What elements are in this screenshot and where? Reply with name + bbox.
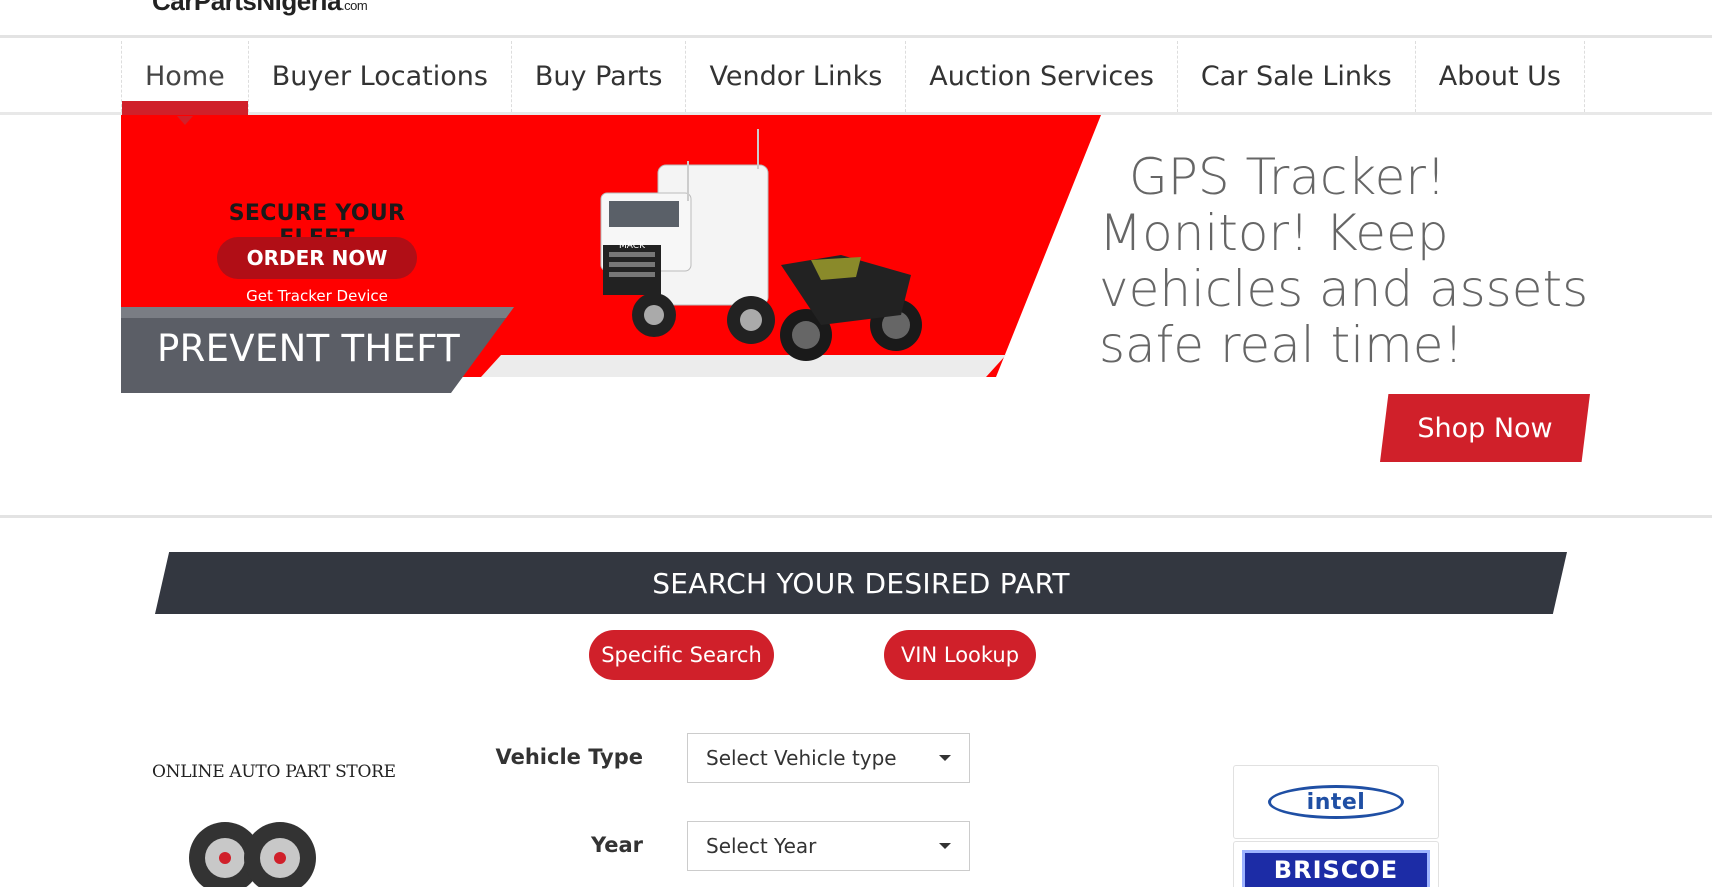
wheels-image <box>189 822 316 887</box>
specific-search-tab[interactable]: Specific Search <box>589 630 774 680</box>
main-nav: Home Buyer Locations Buy Parts Vendor Li… <box>0 41 1712 125</box>
nav-item-buy-parts[interactable]: Buy Parts <box>510 41 686 112</box>
order-now-button[interactable]: ORDER NOW <box>217 237 417 279</box>
briscoe-logo: BRISCOE <box>1242 850 1430 887</box>
store-label: ONLINE AUTO PART STORE <box>152 762 396 782</box>
logo-text: CarPartsNigeria <box>152 0 342 16</box>
logo-suffix: .com <box>341 0 368 13</box>
site-logo[interactable]: CarPartsNigeria.com <box>152 0 368 17</box>
nav-item-car-sale-links[interactable]: Car Sale Links <box>1176 41 1415 112</box>
vehicle-type-label: Vehicle Type <box>495 745 644 769</box>
vehicle-type-select[interactable]: Select Vehicle type <box>687 733 970 783</box>
tracker-note: Get Tracker Device <box>246 287 388 305</box>
year-select[interactable]: Select Year <box>687 821 970 871</box>
search-section-title: SEARCH YOUR DESIRED PART <box>155 552 1567 614</box>
caret-down-icon <box>939 755 951 761</box>
nav-item-vendor-links[interactable]: Vendor Links <box>685 41 905 112</box>
headline-line: vehicles and assets <box>1099 260 1589 318</box>
hero-section: MACK SECURE YOUR FLEET ORDER NOW Get Tra… <box>0 115 1712 518</box>
truck-brand-text: MACK <box>619 241 646 251</box>
brand-card-intel[interactable]: intel <box>1233 765 1439 839</box>
nav-item-auction-services[interactable]: Auction Services <box>905 41 1177 112</box>
nav-items: Home Buyer Locations Buy Parts Vendor Li… <box>121 41 1585 125</box>
vehicle-type-value: Select Vehicle type <box>706 746 897 770</box>
brand-card-briscoe[interactable]: BRISCOE <box>1233 841 1439 887</box>
header-logo-strip: CarPartsNigeria.com <box>0 0 1712 38</box>
vin-lookup-tab[interactable]: VIN Lookup <box>884 630 1036 680</box>
headline-line: Monitor! Keep <box>1099 204 1449 262</box>
headline-line: safe real time! <box>1099 316 1464 374</box>
nav-item-home[interactable]: Home <box>121 41 248 125</box>
headline-line: GPS Tracker! <box>1129 148 1446 206</box>
year-label: Year <box>590 833 643 857</box>
year-value: Select Year <box>706 834 817 858</box>
caret-down-icon <box>939 843 951 849</box>
hero-headline: GPS Tracker! Monitor! Keep vehicles and … <box>1099 149 1599 373</box>
nav-item-about-us[interactable]: About Us <box>1414 41 1585 112</box>
intel-logo: intel <box>1268 785 1404 819</box>
nav-item-buyer-locations[interactable]: Buyer Locations <box>247 41 511 112</box>
shop-now-button[interactable]: Shop Now <box>1380 394 1590 462</box>
gps-tracker-banner[interactable]: MACK SECURE YOUR FLEET ORDER NOW Get Tra… <box>121 115 1101 393</box>
banner-tagline: PREVENT THEFT <box>157 327 461 370</box>
